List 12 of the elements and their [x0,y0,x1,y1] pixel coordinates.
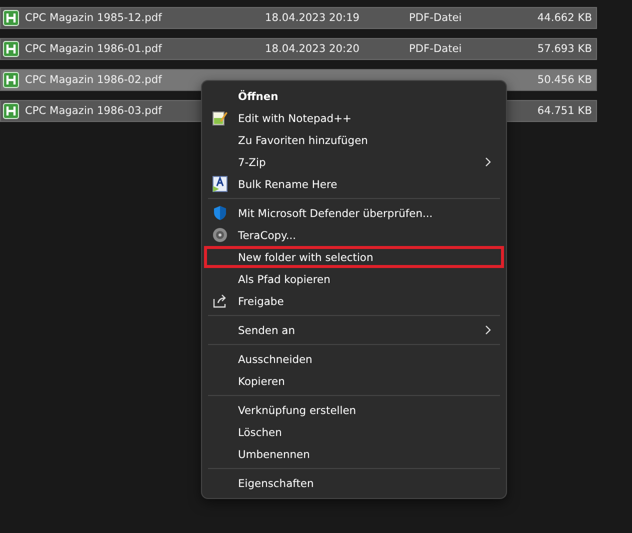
file-name: CPC Magazin 1986-02.pdf [25,74,162,86]
file-name: CPC Magazin 1986-01.pdf [25,43,162,55]
file-name: CPC Magazin 1986-03.pdf [25,105,162,117]
file-date: 18.04.2023 20:20 [265,43,361,55]
file-name: CPC Magazin 1985-12.pdf [25,12,162,24]
file-date: 18.04.2023 20:19 [265,12,361,24]
file-size: 50.456 KB [537,74,593,86]
file-type: PDF-Datei [409,12,463,24]
file-size: 44.662 KB [537,12,593,24]
file-type: PDF-Datei [409,43,463,55]
file-size: 57.693 KB [537,43,593,55]
file-size: 64.751 KB [537,105,593,117]
